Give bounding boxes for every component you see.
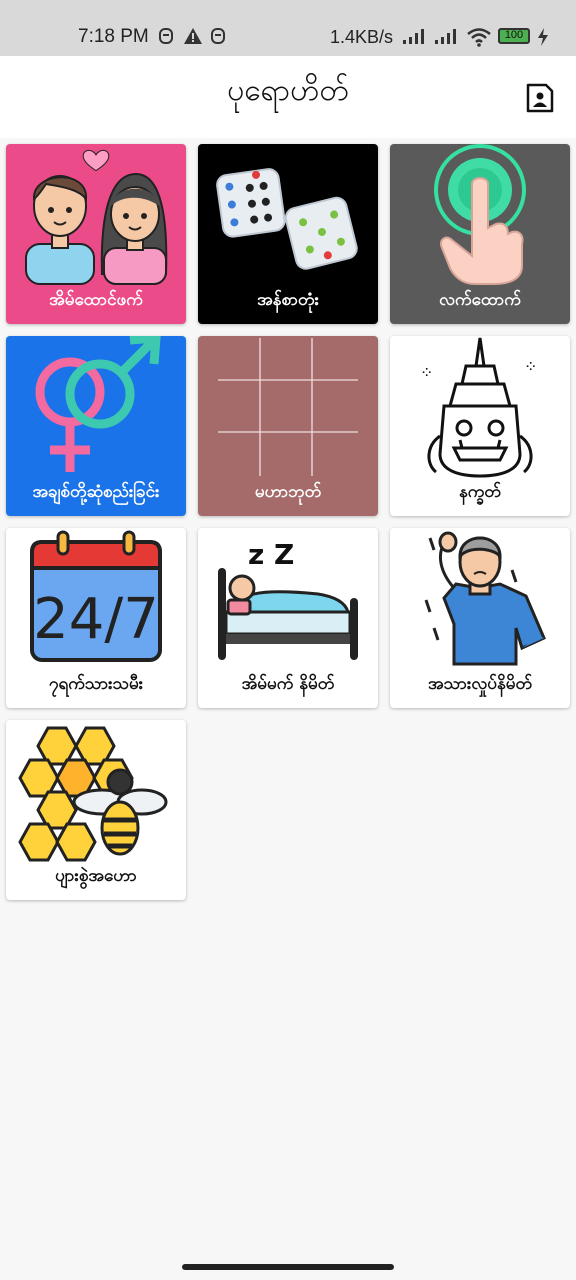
tile-palm[interactable]: လက်ထောက် <box>390 144 570 324</box>
tile-label: အချစ်တို့ဆုံစည်းခြင်း <box>32 482 160 502</box>
battery-level: 100 <box>504 29 524 41</box>
tile-label: နက္ခတ် <box>459 482 501 502</box>
face-icon <box>211 28 225 44</box>
tile-label: အိမ်ထောင်ဖက် <box>49 290 143 310</box>
tile-label: လက်ထောက် <box>439 290 521 310</box>
charging-icon <box>538 28 548 46</box>
tile-seven-day[interactable]: 24/7 ၇ရက်သားသမီး <box>6 528 186 708</box>
tile-label: အိမ်မက် နိမိတ် <box>241 674 335 694</box>
warning-icon <box>184 28 202 44</box>
sleep-zz: z Z <box>248 538 294 571</box>
tile-spouse[interactable]: အိမ်ထောင်ဖက် <box>6 144 186 324</box>
contact-icon[interactable] <box>526 83 554 113</box>
battery-icon: 100 <box>498 28 530 44</box>
face-icon <box>159 28 173 44</box>
tile-label: မဟာဘုတ် <box>254 482 322 502</box>
svg-text:⁘: ⁘ <box>524 357 537 376</box>
wifi-icon <box>467 28 491 47</box>
tile-label: အန်စာတုံး <box>257 290 319 310</box>
network-speed: 1.4KB/s <box>330 27 394 47</box>
page-title: ပုရောဟိတ် <box>227 73 349 108</box>
svg-text:⁘: ⁘ <box>420 363 433 382</box>
status-bar: 7:18 PM 1.4KB/s 100 <box>0 0 576 56</box>
calendar-text: 24/7 <box>33 587 159 652</box>
status-time: 7:18 PM <box>78 26 149 47</box>
tile-label: ပျားစွဲအဟော <box>55 866 137 886</box>
tile-bee-omen[interactable]: ပျားစွဲအဟော <box>6 720 186 900</box>
tile-astrology[interactable]: ⁘ ⁘ နက္ခတ် <box>390 336 570 516</box>
tile-dice[interactable]: အန်စာတုံး <box>198 144 378 324</box>
tile-maha-board[interactable]: မဟာဘုတ် <box>198 336 378 516</box>
tile-label: ၇ရက်သားသမီး <box>48 674 144 694</box>
signal-icon <box>403 29 424 44</box>
signal-icon <box>435 29 456 44</box>
app-bar: ပုရောဟိတ် <box>0 56 576 138</box>
gesture-bar[interactable] <box>182 1264 394 1270</box>
tile-dream[interactable]: z Z အိမ်မက် နိမိတ် <box>198 528 378 708</box>
tile-body-twitch[interactable]: အသားလှုပ်နိမိတ် <box>390 528 570 708</box>
tile-label: အသားလှုပ်နိမိတ် <box>427 674 533 694</box>
tile-love-meeting[interactable]: အချစ်တို့ဆုံစည်းခြင်း <box>6 336 186 516</box>
